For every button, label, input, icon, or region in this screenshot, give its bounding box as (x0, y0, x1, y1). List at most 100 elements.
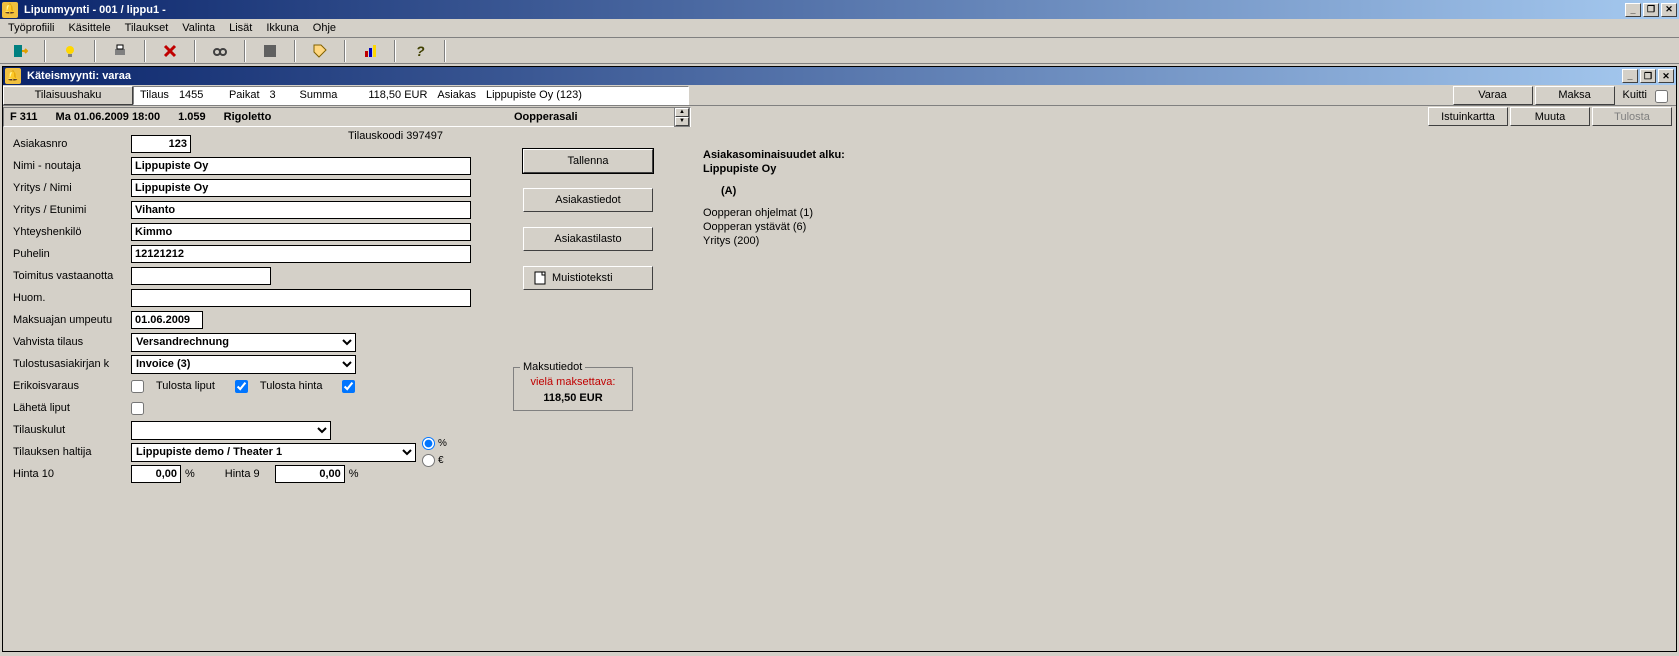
nimi-input[interactable] (131, 157, 471, 175)
paikat-value: 3 (270, 89, 290, 101)
cust-attr-line: Oopperan ohjelmat (1) (703, 207, 845, 219)
event-panel: F 311 Ma 01.06.2009 18:00 1.059 Rigolett… (3, 107, 691, 127)
laheta-label: Lähetä liput (13, 402, 131, 414)
cust-attr-line: Oopperan ystävät (6) (703, 221, 845, 233)
huom-label: Huom. (13, 292, 131, 304)
tilauskulut-select[interactable] (131, 421, 331, 440)
inner-title: Käteismyynti: varaa (25, 70, 1620, 82)
hinta10-input[interactable] (131, 465, 181, 483)
disabled-box-icon (252, 40, 288, 62)
summa-label: Summa (300, 89, 338, 101)
erikois-checkbox[interactable] (131, 380, 144, 393)
cust-attr-name: Lippupiste Oy (703, 163, 845, 175)
inner-titlebar: 🔔 Käteismyynti: varaa _ ❐ ✕ (3, 67, 1676, 85)
muistioteksti-button[interactable]: Muistioteksti (523, 266, 653, 290)
istuinkartta-button[interactable]: Istuinkartta (1428, 107, 1508, 126)
app-icon: 🔔 (2, 2, 18, 18)
menu-tilaukset[interactable]: Tilaukset (119, 20, 175, 36)
yhteys-label: Yhteyshenkilö (13, 226, 131, 238)
asiakastilasto-button[interactable]: Asiakastilasto (523, 227, 653, 251)
tag-icon[interactable] (302, 40, 338, 62)
event-name: Rigoletto (224, 111, 272, 123)
event-num: 1.059 (178, 111, 206, 123)
yritys-nimi-input[interactable] (131, 179, 471, 197)
haltija-select[interactable]: Lippupiste demo / Theater 1 (131, 443, 416, 462)
lightbulb-icon[interactable] (52, 40, 88, 62)
asiakasnro-label: Asiakasnro (13, 138, 131, 150)
hinta9-input[interactable] (275, 465, 345, 483)
tulosta-hinta-checkbox[interactable] (342, 380, 355, 393)
muuta-button[interactable]: Muuta (1510, 107, 1590, 126)
payment-box: Maksutiedot vielä maksettava: 118,50 EUR (513, 367, 633, 411)
yritys-etu-input[interactable] (131, 201, 471, 219)
eur-radio[interactable] (422, 454, 435, 467)
maksu-input[interactable] (131, 311, 203, 329)
outer-titlebar: 🔔 Lipunmyynti - 001 / lippu1 - _ ❐ ✕ (0, 0, 1679, 19)
yhteys-input[interactable] (131, 223, 471, 241)
laheta-checkbox[interactable] (131, 402, 144, 415)
close-button[interactable]: ✕ (1661, 3, 1677, 17)
asiakas-value: Lippupiste Oy (123) (486, 89, 582, 101)
tulosta-hinta-label: Tulosta hinta (260, 380, 323, 392)
toimitus-input[interactable] (131, 267, 271, 285)
customer-attributes: Asiakasominaisuudet alku: Lippupiste Oy … (703, 133, 845, 247)
menu-valinta[interactable]: Valinta (176, 20, 221, 36)
cust-attr-line: Yritys (200) (703, 235, 845, 247)
haltija-label: Tilauksen haltija (13, 446, 131, 458)
tilaisuushaku-button[interactable]: Tilaisuushaku (3, 86, 133, 105)
svg-text:?: ? (416, 43, 425, 59)
puhelin-input[interactable] (131, 245, 471, 263)
event-spinner[interactable]: ▲▼ (674, 107, 690, 127)
outstanding-label: vielä maksettava: (520, 376, 626, 388)
hinta10-label: Hinta 10 (13, 468, 131, 480)
pct-radio[interactable] (422, 437, 435, 450)
restore-button[interactable]: ❐ (1643, 3, 1659, 17)
puhelin-label: Puhelin (13, 248, 131, 260)
maksa-button[interactable]: Maksa (1535, 86, 1615, 105)
menu-lisat[interactable]: Lisät (223, 20, 258, 36)
menu-ohje[interactable]: Ohje (307, 20, 342, 36)
kuitti-checkbox[interactable] (1655, 90, 1668, 103)
outstanding-amount: 118,50 EUR (520, 392, 626, 404)
asiakasnro-input[interactable] (131, 135, 191, 153)
document-icon (534, 271, 546, 285)
tallenna-button[interactable]: Tallenna (523, 149, 653, 173)
event-code: F 311 (10, 111, 38, 123)
huom-input[interactable] (131, 289, 471, 307)
tulosta-liput-checkbox[interactable] (235, 380, 248, 393)
asiakastiedot-button[interactable]: Asiakastiedot (523, 188, 653, 212)
menu-ikkuna[interactable]: Ikkuna (260, 20, 304, 36)
child-restore-button[interactable]: ❐ (1640, 69, 1656, 83)
tulostus-label: Tulostusasiakirjan k (13, 358, 131, 370)
exit-icon[interactable] (2, 40, 38, 62)
print-icon[interactable] (102, 40, 138, 62)
yritys-etu-label: Yritys / Etunimi (13, 204, 131, 216)
toimitus-label: Toimitus vastaanotta (13, 270, 131, 282)
cust-attr-header: Asiakasominaisuudet alku: (703, 149, 845, 161)
nimi-label: Nimi - noutaja (13, 160, 131, 172)
delete-icon[interactable] (152, 40, 188, 62)
child-close-button[interactable]: ✕ (1658, 69, 1674, 83)
event-datetime: Ma 01.06.2009 18:00 (56, 111, 161, 123)
minimize-button[interactable]: _ (1625, 3, 1641, 17)
vahvista-label: Vahvista tilaus (13, 336, 131, 348)
tulostus-select[interactable]: Invoice (3) (131, 355, 356, 374)
maksu-label: Maksuajan umpeutu (13, 314, 131, 326)
event-bar: F 311 Ma 01.06.2009 18:00 1.059 Rigolett… (3, 106, 1676, 127)
child-minimize-button[interactable]: _ (1622, 69, 1638, 83)
yritys-nimi-label: Yritys / Nimi (13, 182, 131, 194)
tilauskoodi: Tilauskoodi 397497 (348, 130, 443, 142)
menubar: Työprofiili Käsittele Tilaukset Valinta … (0, 19, 1679, 38)
report-icon[interactable] (352, 40, 388, 62)
payment-legend: Maksutiedot (520, 361, 585, 373)
tulosta-button: Tulosta (1592, 107, 1672, 126)
varaa-button[interactable]: Varaa (1453, 86, 1533, 105)
tulosta-liput-label: Tulosta liput (156, 380, 215, 392)
menu-kasittele[interactable]: Käsittele (62, 20, 116, 36)
binoculars-icon[interactable] (202, 40, 238, 62)
inner-window: 🔔 Käteismyynti: varaa _ ❐ ✕ Tilaisuushak… (2, 66, 1677, 652)
vahvista-select[interactable]: Versandrechnung (131, 333, 356, 352)
tilaus-value: 1455 (179, 89, 219, 101)
help-icon[interactable]: ? (402, 40, 438, 62)
menu-tyoprofiili[interactable]: Työprofiili (2, 20, 60, 36)
